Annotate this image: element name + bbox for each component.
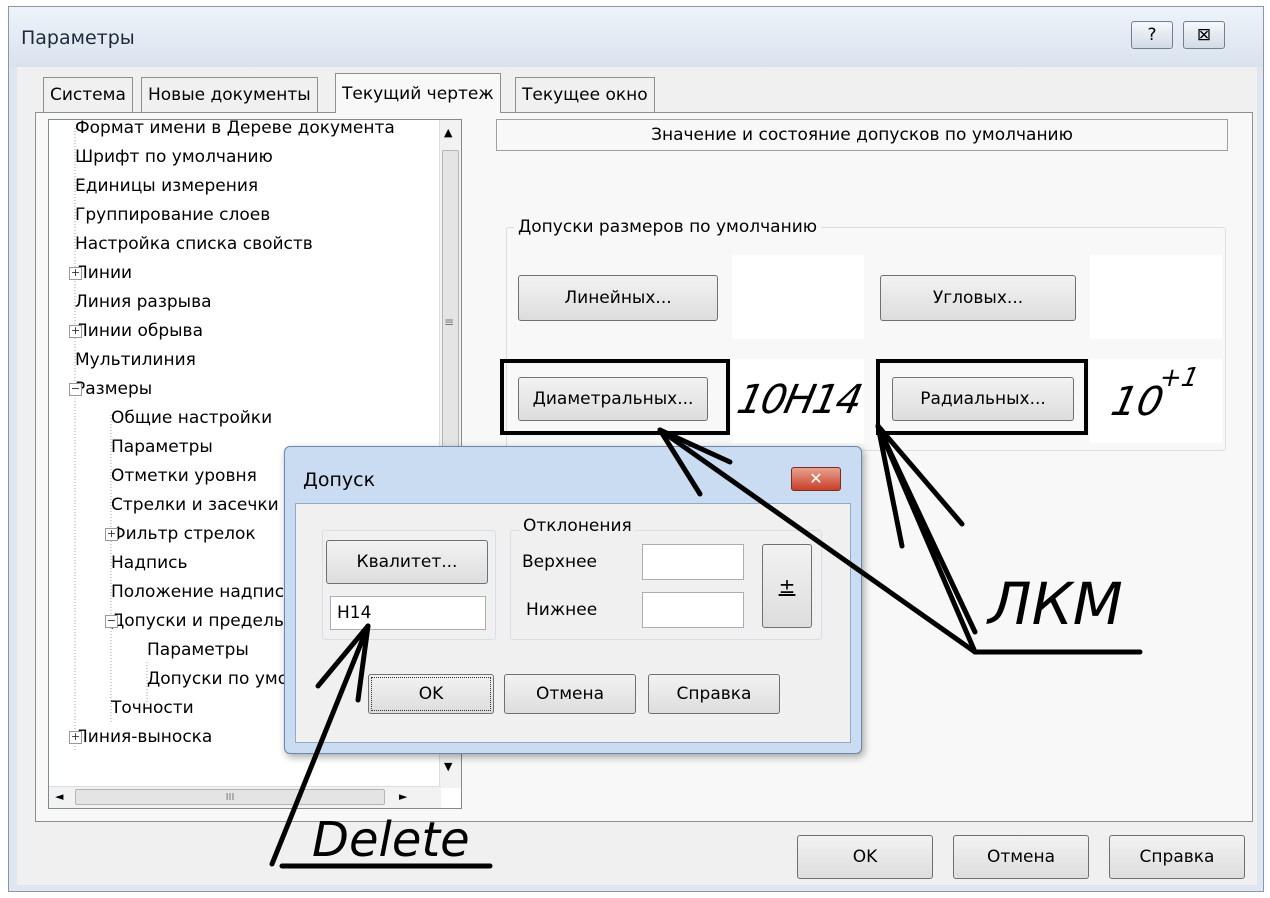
radial-button[interactable]: Радиальных... <box>892 377 1074 421</box>
title-bar[interactable]: Параметры ? ⊠ <box>9 7 1263 67</box>
diametral-button[interactable]: Диаметральных... <box>518 377 708 421</box>
tree-item-label: Фильтр стрелок <box>111 524 256 544</box>
tree-item[interactable]: Надпись <box>111 549 187 578</box>
tree-item[interactable]: Линии обрыва <box>75 317 203 346</box>
tree-item[interactable]: Параметры <box>147 636 249 665</box>
help-footer-button[interactable]: Справка <box>1109 835 1245 879</box>
scroll-right-icon[interactable]: ► <box>399 790 407 803</box>
group-label: Допуски размеров по умолчанию <box>514 217 822 237</box>
tree-item-label: Линии <box>75 263 133 283</box>
tree-item[interactable]: Фильтр стрелок <box>111 520 256 549</box>
tree-item-label: Линия разрыва <box>75 292 212 312</box>
tree-item[interactable]: Единицы измерения <box>75 172 258 201</box>
expand-icon[interactable]: + <box>69 731 82 744</box>
tree-item[interactable]: Общие настройки <box>111 404 272 433</box>
scroll-down-icon[interactable]: ▼ <box>444 760 452 773</box>
collapse-icon[interactable]: − <box>105 615 118 628</box>
tree-item[interactable]: Шрифт по умолчанию <box>75 143 273 172</box>
tree-item[interactable]: Настройка списка свойств <box>75 230 313 259</box>
tree-item[interactable]: Размеры <box>75 375 152 404</box>
dialog-help-button[interactable]: Справка <box>648 674 780 714</box>
dialog-cancel-button[interactable]: Отмена <box>504 674 636 714</box>
tree-item[interactable]: Стрелки и засечки <box>111 491 279 520</box>
dialog-client: Квалитет... H14 Отклонения Верхнее Нижне… <box>295 503 851 743</box>
qualitet-button[interactable]: Квалитет... <box>326 540 488 584</box>
tree-item-label: Параметры <box>111 437 213 457</box>
scroll-left-icon[interactable]: ◄ <box>55 790 63 803</box>
tree-item-label: Формат имени в Дереве документа <box>75 119 395 138</box>
hscroll-thumb[interactable]: III <box>75 789 385 805</box>
tree-item[interactable]: Группирование слоев <box>75 201 270 230</box>
deviations-label: Отклонения <box>520 516 635 536</box>
tree-item[interactable]: Формат имени в Дереве документа <box>75 119 395 143</box>
linear-preview <box>732 255 864 339</box>
dialog-ok-button[interactable]: OK <box>368 674 494 714</box>
dialog-close-icon[interactable]: ✕ <box>791 467 841 491</box>
tree-item[interactable]: Линии <box>75 259 132 288</box>
angular-button[interactable]: Угловых... <box>880 275 1076 321</box>
tree-item-label: Размеры <box>75 379 153 399</box>
expand-icon[interactable]: + <box>69 267 82 280</box>
tree-item-label: Линия-выноска <box>75 727 213 747</box>
tab-system[interactable]: Система <box>43 77 133 112</box>
help-button[interactable]: ? <box>1131 21 1173 49</box>
ok-button[interactable]: OK <box>797 835 933 879</box>
tree-item-label: Настройка списка свойств <box>75 234 313 254</box>
radial-preview-sup: +1 <box>1156 363 1202 393</box>
qualitet-field[interactable]: H14 <box>330 596 486 630</box>
plusminus-button[interactable]: ± <box>762 544 812 628</box>
angular-preview <box>1090 255 1222 339</box>
diametral-preview-text: 10H14 <box>733 377 865 423</box>
tab-current-drawing[interactable]: Текущий чертеж <box>335 73 501 113</box>
tree-item-label: Линии обрыва <box>75 321 203 341</box>
grip-icon: ≡ <box>444 315 455 329</box>
linear-button[interactable]: Линейных... <box>518 275 718 321</box>
tree-item-label: Единицы измерения <box>75 176 259 196</box>
tree-item[interactable]: Линия разрыва <box>75 288 212 317</box>
tree-item-label: Положение надписи <box>111 582 296 602</box>
tree-item[interactable]: Параметры <box>111 433 213 462</box>
tab-current-window[interactable]: Текущее окно <box>515 77 655 112</box>
tree-item-label: Параметры <box>147 640 249 660</box>
lower-field[interactable] <box>642 592 744 628</box>
tree-item-label: Шрифт по умолчанию <box>75 147 273 167</box>
tree-item-label: Надпись <box>111 553 188 573</box>
upper-field[interactable] <box>642 544 744 580</box>
tree-item[interactable]: Линия-выноска <box>75 723 212 752</box>
dialog-title: Допуск <box>303 469 376 491</box>
tree-item[interactable]: Положение надписи <box>111 578 295 607</box>
diametral-preview: 10H14 <box>732 359 865 443</box>
tree-item-label: Группирование слоев <box>75 205 271 225</box>
close-icon[interactable]: ⊠ <box>1183 21 1225 49</box>
tree-item[interactable]: Отметки уровня <box>111 462 257 491</box>
tree-item-label: Мультилиния <box>75 350 196 370</box>
upper-label: Верхнее <box>522 552 598 572</box>
tree-item[interactable]: Точности <box>111 694 194 723</box>
expand-icon[interactable]: + <box>69 325 82 338</box>
collapse-icon[interactable]: − <box>69 383 82 396</box>
tree-item-label: Общие настройки <box>111 408 273 428</box>
tolerance-dialog: Допуск ✕ Квалитет... H14 Отклонения Верх… <box>284 446 862 754</box>
expand-icon[interactable]: + <box>105 528 118 541</box>
window-title: Параметры <box>21 27 135 49</box>
lower-label: Нижнее <box>526 600 598 620</box>
cancel-button[interactable]: Отмена <box>953 835 1089 879</box>
tree-horizontal-scrollbar[interactable]: ◄ III ► <box>49 786 441 808</box>
panel-header: Значение и состояние допусков по умолчан… <box>496 119 1228 151</box>
radial-preview: 10 +1 <box>1090 359 1222 443</box>
tab-new-documents[interactable]: Новые документы <box>141 77 318 112</box>
tree-item-label: Точности <box>111 698 194 718</box>
tree-item-label: Отметки уровня <box>111 466 257 486</box>
scroll-up-icon[interactable]: ▲ <box>444 126 452 139</box>
tree-item-label: Стрелки и засечки <box>111 495 279 515</box>
tree-item[interactable]: Мультилиния <box>75 346 196 375</box>
